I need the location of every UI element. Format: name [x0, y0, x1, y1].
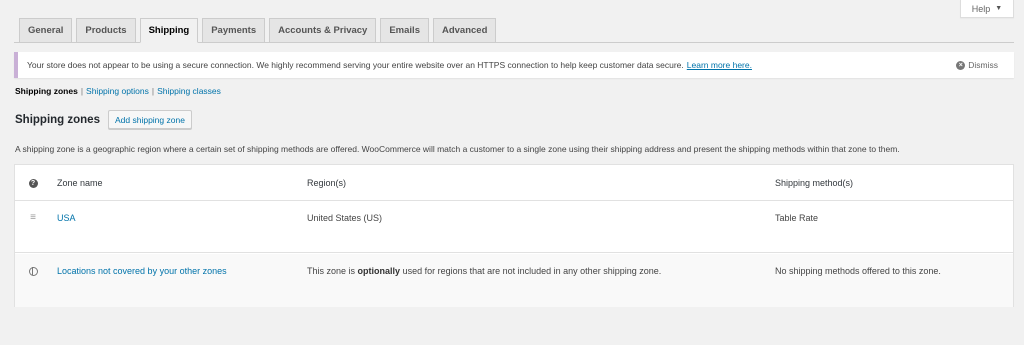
help-icon[interactable]: ? — [28, 178, 38, 188]
zone-name-link[interactable]: USA — [57, 213, 76, 223]
close-circle-icon: × — [956, 60, 966, 70]
subnav-shipping-zones[interactable]: Shipping zones — [15, 86, 78, 96]
shipping-subnav: Shipping zones | Shipping options | Ship… — [15, 86, 221, 96]
subnav-separator: | — [151, 86, 155, 96]
settings-tabs: General Products Shipping Payments Accou… — [14, 18, 1014, 43]
zone-regions: United States (US) — [307, 213, 383, 223]
subnav-shipping-options[interactable]: Shipping options — [86, 86, 149, 96]
learn-more-link[interactable]: Learn more here. — [687, 60, 752, 70]
page-title: Shipping zones — [15, 113, 100, 126]
header-regions: Region(s) — [307, 178, 347, 188]
header-zone-name: Zone name — [57, 178, 103, 188]
table-header: ? Zone name Region(s) Shipping method(s) — [15, 165, 1013, 201]
tab-emails[interactable]: Emails — [380, 18, 429, 42]
tab-accounts-privacy[interactable]: Accounts & Privacy — [269, 18, 377, 42]
page-heading: Shipping zones Add shipping zone — [15, 110, 192, 129]
header-shipping-methods: Shipping method(s) — [775, 178, 854, 188]
dismiss-label: Dismiss — [968, 60, 998, 70]
zone-methods: Table Rate — [775, 213, 819, 223]
tab-payments[interactable]: Payments — [202, 18, 266, 42]
tab-general[interactable]: General — [19, 18, 73, 42]
table-row: ≡ USA United States (US) Table Rate — [15, 201, 1013, 253]
tab-advanced[interactable]: Advanced — [432, 18, 497, 42]
other-regions-post: used for regions that are not included i… — [402, 266, 662, 276]
subnav-shipping-classes[interactable]: Shipping classes — [157, 86, 221, 96]
https-notice: Your store does not appear to be using a… — [14, 52, 1014, 78]
globe-icon — [28, 266, 38, 276]
notice-text: Your store does not appear to be using a… — [27, 60, 684, 70]
drag-handle-icon[interactable]: ≡ — [30, 213, 36, 223]
other-zones-link[interactable]: Locations not covered by your other zone… — [57, 266, 227, 276]
help-button[interactable]: Help ▼ — [960, 0, 1014, 18]
subnav-separator: | — [80, 86, 84, 96]
other-regions-bold: optionally — [357, 266, 401, 276]
other-methods: No shipping methods offered to this zone… — [775, 266, 941, 276]
help-label: Help — [971, 3, 991, 14]
tab-products[interactable]: Products — [76, 18, 136, 42]
dismiss-button[interactable]: × Dismiss — [956, 60, 998, 70]
tab-shipping[interactable]: Shipping — [139, 18, 199, 43]
shipping-zones-table: ? Zone name Region(s) Shipping method(s)… — [14, 164, 1014, 307]
caret-down-icon: ▼ — [995, 5, 1003, 12]
add-shipping-zone-button[interactable]: Add shipping zone — [107, 110, 192, 129]
page-description: A shipping zone is a geographic region w… — [15, 144, 900, 154]
other-regions-pre: This zone is — [307, 266, 356, 276]
other-regions: This zone is optionally used for regions… — [307, 254, 661, 288]
table-row-other-locations: Locations not covered by your other zone… — [15, 254, 1013, 307]
